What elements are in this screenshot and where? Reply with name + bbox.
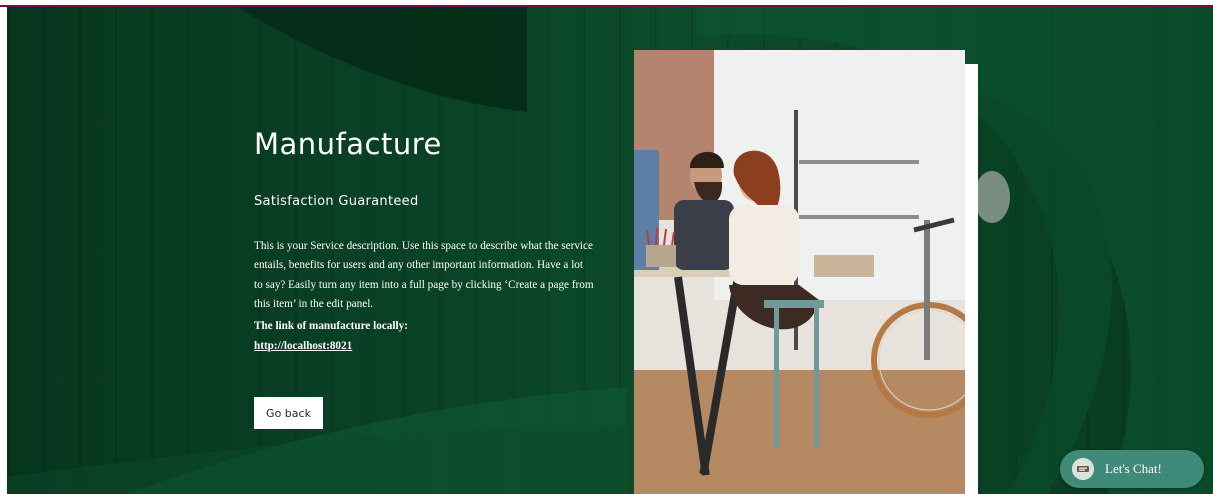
chat-label: Let's Chat! [1105,461,1162,476]
office-photo [634,50,965,494]
chat-avatar-icon [1072,458,1094,480]
hero-section: Manufacture Satisfaction Guaranteed This… [7,7,1213,494]
page-title: Manufacture [254,127,442,161]
service-description: This is your Service description. Use th… [254,240,594,311]
go-back-button[interactable]: Go back [254,397,323,429]
photo-frame [965,64,978,494]
link-heading: The link of manufacture locally: [254,320,408,332]
page-subtitle: Satisfaction Guaranteed [254,194,419,209]
lets-chat-button[interactable]: Let's Chat! [1060,450,1204,488]
curved-background-shapes [7,7,1213,494]
office-photo-illustration [634,50,965,494]
localhost-link[interactable]: http://localhost:8021 [254,340,352,352]
